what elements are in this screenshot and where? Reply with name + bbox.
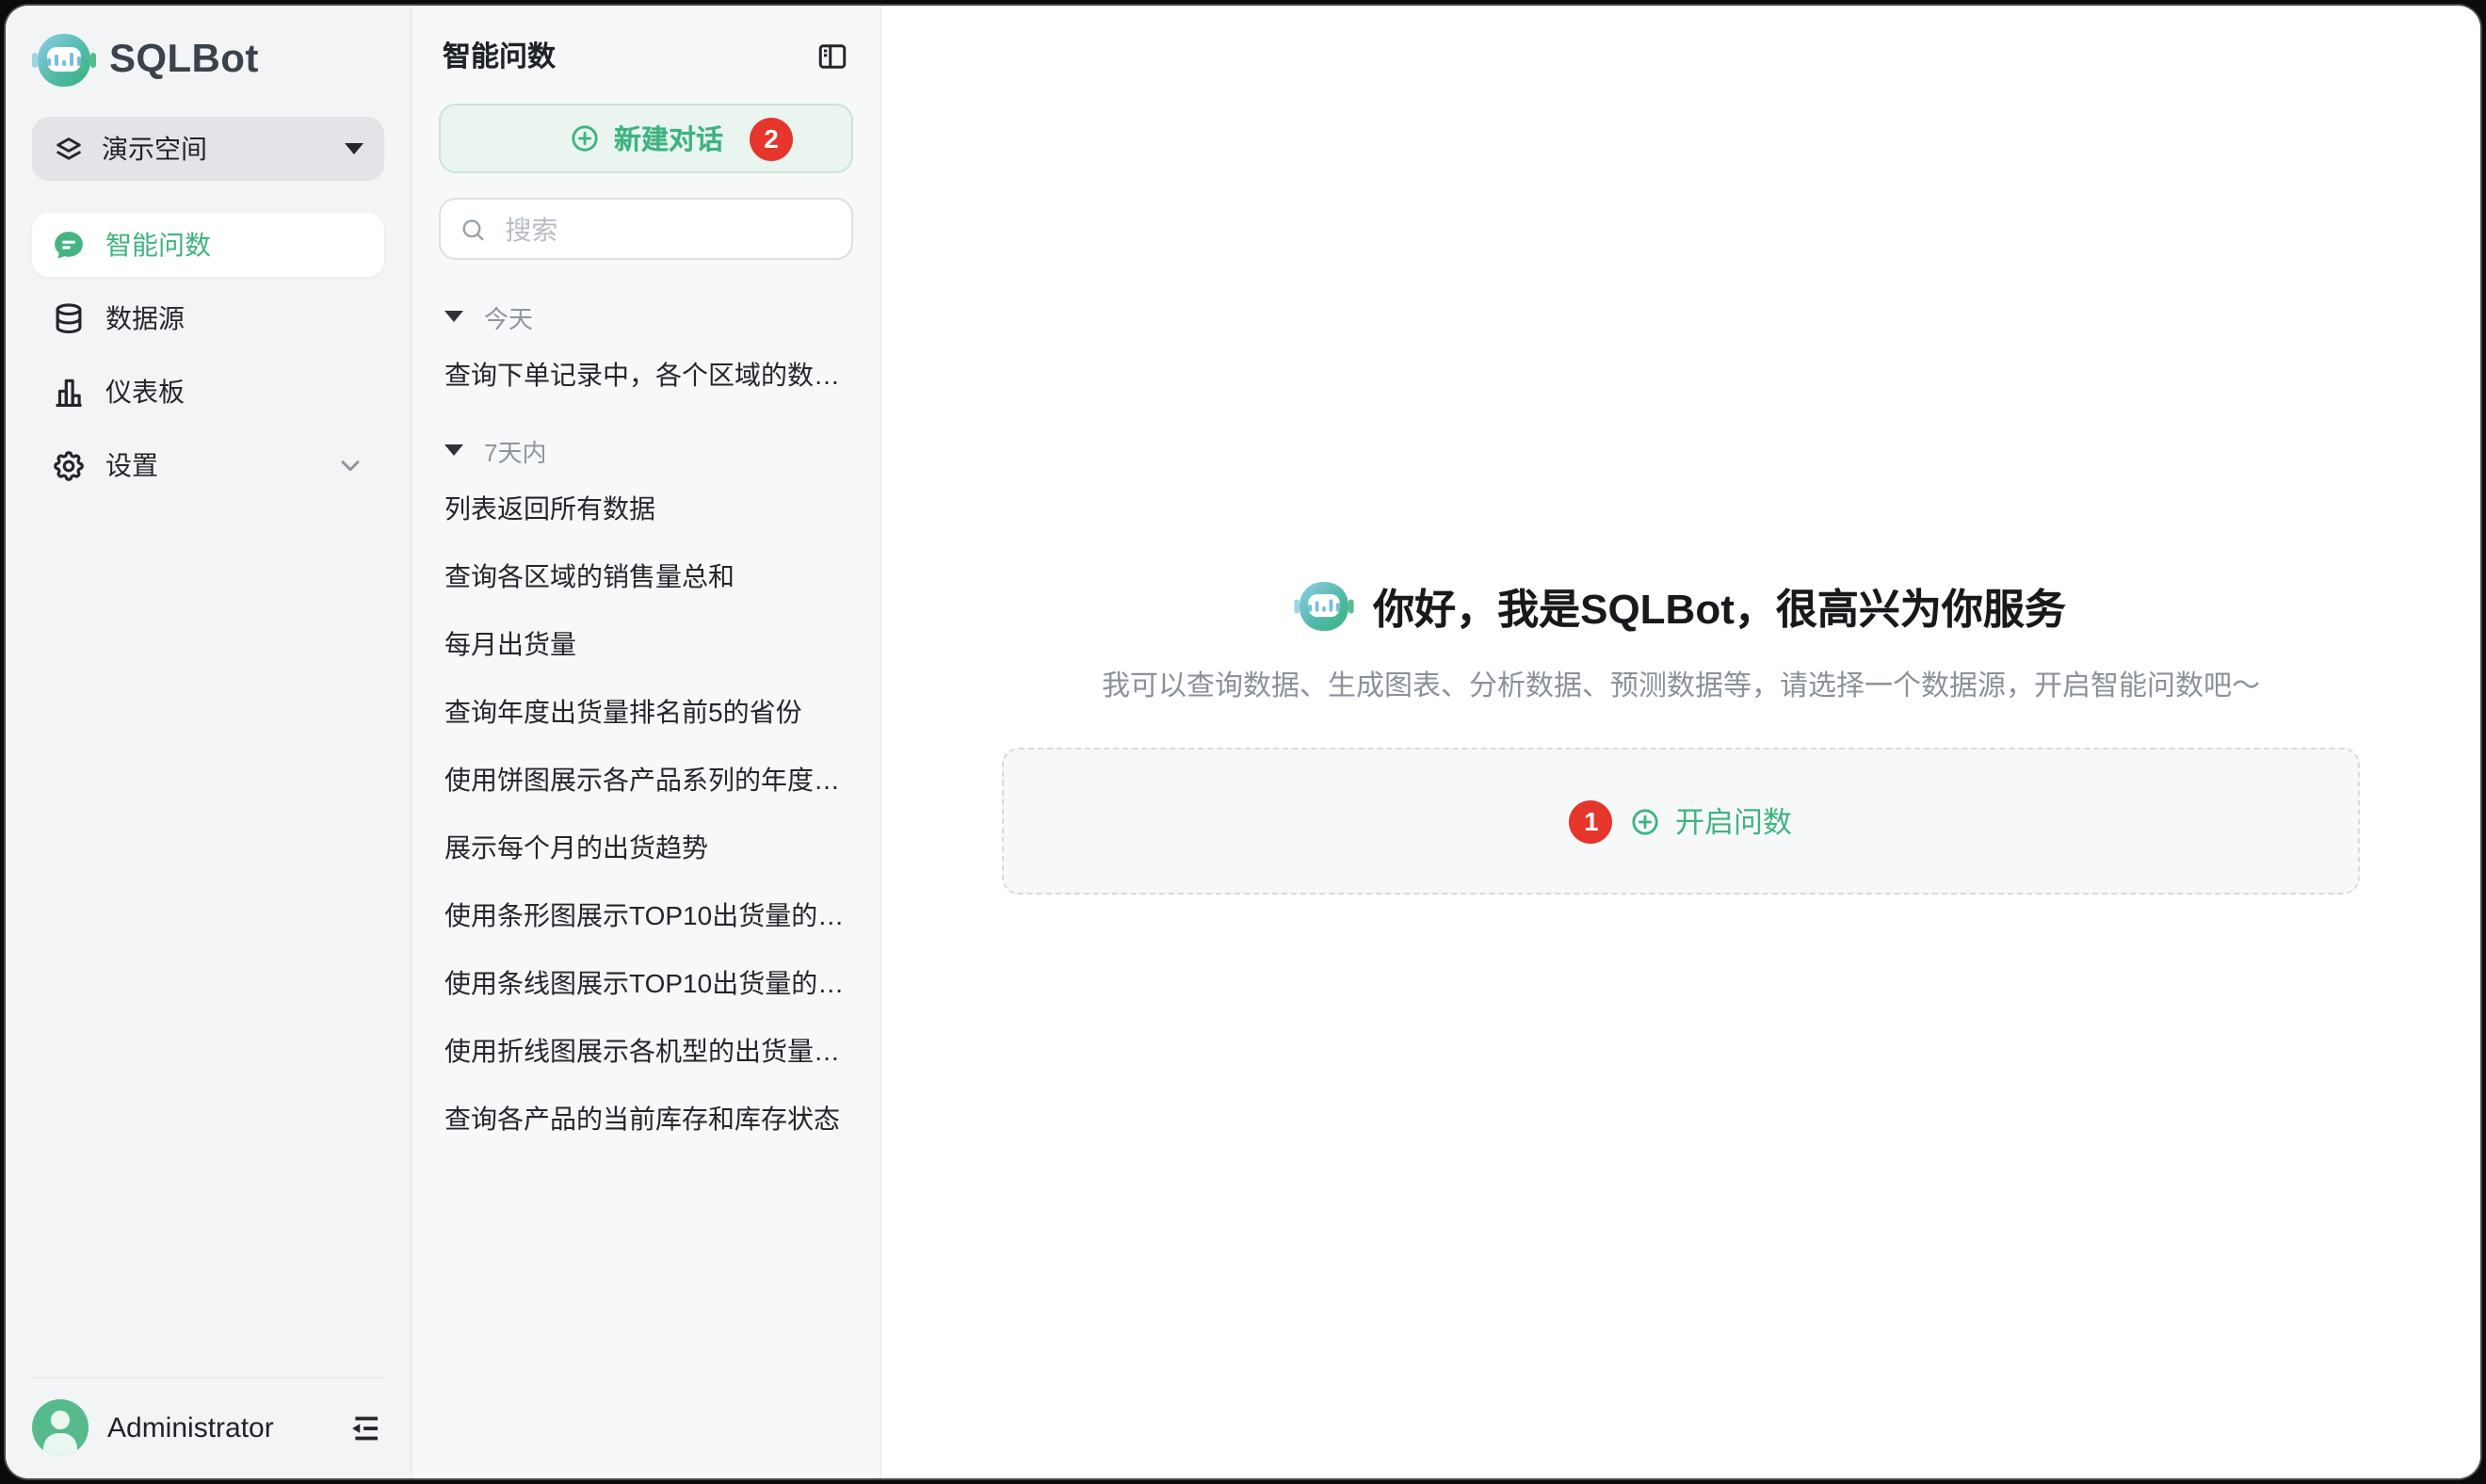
chat-bubble-icon	[51, 227, 87, 263]
search-box[interactable]	[439, 198, 853, 260]
sidebar-item-label: 数据源	[105, 299, 185, 337]
conversation-item[interactable]: 使用条线图展示TOP10出货量的省份	[439, 949, 853, 1017]
user-name: Administrator	[107, 1411, 326, 1444]
avatar[interactable]	[32, 1399, 89, 1456]
database-icon	[51, 300, 87, 336]
conversation-group: 今天 查询下单记录中，各个区域的数量...	[439, 292, 853, 409]
search-input[interactable]	[501, 212, 832, 246]
conversation-item[interactable]: 列表返回所有数据	[439, 475, 853, 542]
plus-circle-icon	[569, 122, 601, 154]
conversation-panel: 智能问数 新建对话 2 今天 查询下单记录中，各个区域的数量...	[411, 6, 881, 1478]
bar-chart-icon	[51, 374, 87, 410]
collapse-sidebar-icon	[345, 1408, 384, 1447]
main-panel: 你好，我是SQLBot，很高兴为你服务 我可以查询数据、生成图表、分析数据、预测…	[881, 6, 2480, 1478]
conversation-item[interactable]: 查询各区域的销售量总和	[439, 542, 853, 610]
search-icon	[460, 214, 486, 244]
new-chat-button[interactable]: 新建对话 2	[439, 104, 853, 173]
app-window: SQLBot 演示空间 智能问数 数据源 仪表板	[0, 0, 2486, 1484]
user-section: Administrator	[32, 1377, 384, 1456]
app-logo: SQLBot	[32, 30, 384, 90]
conversation-item[interactable]: 查询下单记录中，各个区域的数量...	[439, 341, 853, 409]
greeting-title: 你好，我是SQLBot，很高兴为你服务	[1373, 576, 2066, 637]
caret-down-icon	[444, 444, 463, 456]
panel-title: 智能问数	[443, 36, 556, 75]
sidebar-item-qa[interactable]: 智能问数	[32, 213, 384, 277]
workspace-label: 演示空间	[102, 130, 328, 168]
conversation-item[interactable]: 查询各产品的当前库存和库存状态	[439, 1085, 853, 1153]
conversation-item[interactable]: 查询年度出货量排名前5的省份	[439, 678, 853, 746]
caret-down-icon	[444, 311, 463, 322]
app-title: SQLBot	[109, 38, 259, 83]
group-label: 今天	[484, 298, 533, 334]
group-header[interactable]: 今天	[439, 292, 853, 341]
workspace-selector[interactable]: 演示空间	[32, 117, 384, 181]
conversation-item[interactable]: 每月出货量	[439, 610, 853, 678]
conversation-group: 7天内 列表返回所有数据 查询各区域的销售量总和 每月出货量 查询年度出货量排名…	[439, 426, 853, 1153]
sidebar-item-label: 智能问数	[105, 226, 211, 264]
greeting-subtitle: 我可以查询数据、生成图表、分析数据、预测数据等，请选择一个数据源，开启智能问数吧…	[1102, 665, 2260, 704]
caret-down-icon	[345, 143, 363, 154]
sidebar-item-label: 仪表板	[105, 373, 185, 411]
conversation-item[interactable]: 展示每个月的出货趋势	[439, 814, 853, 881]
som-marker-2: 2	[750, 117, 793, 160]
plus-circle-icon	[1630, 805, 1662, 837]
sqlbot-logo-icon	[36, 34, 92, 87]
conversation-item[interactable]: 使用饼图展示各产品系列的年度出...	[439, 746, 853, 814]
new-chat-label: 新建对话	[614, 119, 723, 158]
sidebar-item-datasource[interactable]: 数据源	[32, 286, 384, 350]
sidebar-item-settings[interactable]: 设置	[32, 433, 384, 497]
conversation-groups: 今天 查询下单记录中，各个区域的数量... 7天内 列表返回所有数据 查询各区域…	[439, 292, 853, 1169]
toggle-panel-button[interactable]	[815, 39, 849, 73]
chevron-down-icon	[335, 450, 365, 480]
collapse-sidebar-button[interactable]	[345, 1408, 384, 1447]
group-header[interactable]: 7天内	[439, 426, 853, 475]
sqlbot-avatar-icon	[1298, 582, 1350, 631]
layers-icon	[53, 133, 85, 165]
sidebar-nav: 智能问数 数据源 仪表板 设置	[32, 213, 384, 497]
sidebar-item-label: 设置	[105, 446, 158, 484]
start-card: 1 开启问数	[1002, 748, 2360, 895]
group-label: 7天内	[484, 432, 546, 468]
start-qa-button[interactable]: 1 开启问数	[1570, 799, 1792, 843]
conversation-item[interactable]: 使用折线图展示各机型的出货量趋势	[439, 1017, 853, 1085]
conversation-item[interactable]: 使用条形图展示TOP10出货量的省份	[439, 881, 853, 949]
start-qa-label: 开启问数	[1675, 800, 1792, 842]
panel-layout-icon	[815, 39, 849, 73]
sidebar-item-dashboard[interactable]: 仪表板	[32, 360, 384, 424]
gear-icon	[51, 447, 87, 483]
som-marker-1: 1	[1570, 799, 1613, 843]
sidebar: SQLBot 演示空间 智能问数 数据源 仪表板	[6, 6, 411, 1478]
